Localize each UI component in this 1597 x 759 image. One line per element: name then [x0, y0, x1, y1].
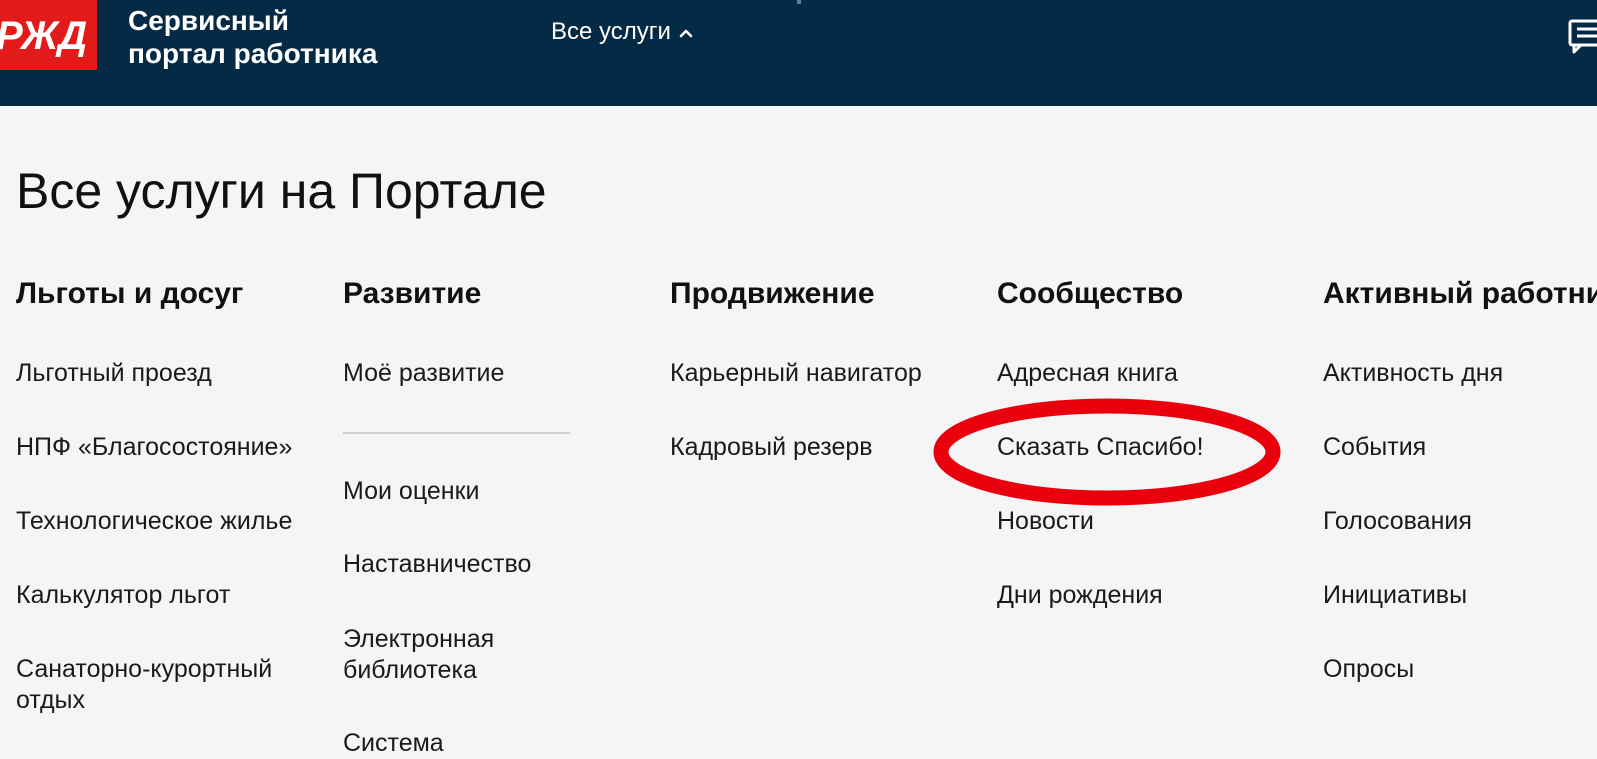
link-sanatorium-line1[interactable]: Санаторно-курортный: [16, 654, 272, 685]
column-heading-benefits: Льготы и досуг: [16, 277, 244, 310]
all-services-label: Все услуги: [551, 18, 671, 45]
column-heading-promotion: Продвижение: [670, 277, 875, 310]
link-housing[interactable]: Технологическое жилье: [16, 506, 292, 537]
rzd-logo[interactable]: РЖД: [0, 0, 97, 70]
portal-brand-name[interactable]: Сервисный портал работника: [128, 4, 377, 70]
link-surveys[interactable]: Опросы: [1323, 654, 1414, 685]
column-heading-active-employee: Активный работник: [1323, 277, 1597, 310]
all-services-menu-button[interactable]: Все услуги: [551, 18, 693, 46]
link-e-library-line1[interactable]: Электронная: [343, 624, 494, 655]
link-personnel-reserve[interactable]: Кадровый резерв: [670, 432, 873, 463]
link-birthdays[interactable]: Дни рождения: [997, 580, 1163, 611]
link-system[interactable]: Система: [343, 728, 444, 759]
link-my-development[interactable]: Моё развитие: [343, 358, 504, 389]
link-initiatives[interactable]: Инициативы: [1323, 580, 1467, 611]
chevron-up-icon: [679, 29, 693, 38]
link-news[interactable]: Новости: [997, 506, 1094, 537]
link-travel-benefits[interactable]: Льготный проезд: [16, 358, 212, 389]
messages-icon[interactable]: [1568, 18, 1597, 54]
link-benefits-calculator[interactable]: Калькулятор льгот: [16, 580, 230, 611]
brand-line-1: Сервисный: [128, 5, 289, 36]
link-mentoring[interactable]: Наставничество: [343, 549, 531, 580]
brand-line-2: портал работника: [128, 38, 378, 69]
link-sanatorium-line2[interactable]: отдых: [16, 685, 85, 716]
column-divider: [343, 432, 570, 434]
menu-indicator: [797, 0, 801, 4]
svg-text:РЖД: РЖД: [0, 14, 87, 58]
link-my-evaluations[interactable]: Мои оценки: [343, 476, 479, 507]
column-heading-development: Развитие: [343, 277, 482, 310]
top-navigation-bar: РЖД Сервисный портал работника Все услуг…: [0, 0, 1597, 106]
link-votings[interactable]: Голосования: [1323, 506, 1472, 537]
link-career-navigator[interactable]: Карьерный навигатор: [670, 358, 922, 389]
link-e-library-line2[interactable]: библиотека: [343, 655, 477, 686]
link-events[interactable]: События: [1323, 432, 1426, 463]
link-pension-fund[interactable]: НПФ «Благосостояние»: [16, 432, 292, 463]
page-title: Все услуги на Портале: [16, 163, 547, 219]
rzd-logo-icon: РЖД: [0, 14, 87, 58]
link-address-book[interactable]: Адресная книга: [997, 358, 1178, 389]
column-heading-community: Сообщество: [997, 277, 1184, 310]
link-say-thanks[interactable]: Сказать Спасибо!: [997, 432, 1204, 463]
link-activity-of-day[interactable]: Активность дня: [1323, 358, 1503, 389]
